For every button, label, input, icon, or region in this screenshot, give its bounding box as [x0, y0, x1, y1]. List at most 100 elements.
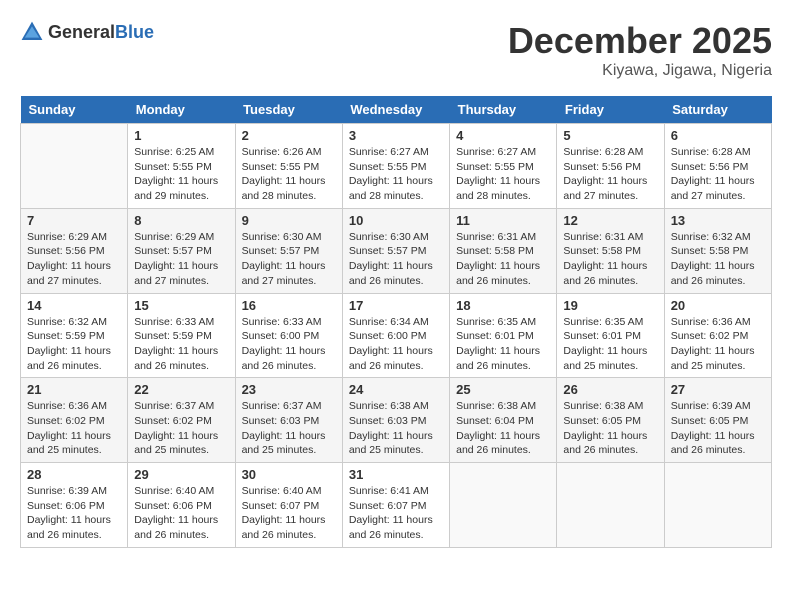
day-number: 23: [242, 382, 336, 397]
col-sunday: Sunday: [21, 96, 128, 124]
day-info: Sunrise: 6:28 AMSunset: 5:56 PMDaylight:…: [563, 145, 657, 204]
week-row-5: 28 Sunrise: 6:39 AMSunset: 6:06 PMDaylig…: [21, 463, 772, 548]
col-friday: Friday: [557, 96, 664, 124]
day-number: 11: [456, 213, 550, 228]
day-info: Sunrise: 6:27 AMSunset: 5:55 PMDaylight:…: [456, 145, 550, 204]
day-number: 26: [563, 382, 657, 397]
day-number: 5: [563, 128, 657, 143]
cell-3-3: 16 Sunrise: 6:33 AMSunset: 6:00 PMDaylig…: [235, 293, 342, 378]
day-info: Sunrise: 6:38 AMSunset: 6:03 PMDaylight:…: [349, 399, 443, 458]
cell-4-7: 27 Sunrise: 6:39 AMSunset: 6:05 PMDaylig…: [664, 378, 771, 463]
day-info: Sunrise: 6:29 AMSunset: 5:56 PMDaylight:…: [27, 230, 121, 289]
col-tuesday: Tuesday: [235, 96, 342, 124]
day-number: 25: [456, 382, 550, 397]
day-number: 7: [27, 213, 121, 228]
title-section: December 2025 Kiyawa, Jigawa, Nigeria: [508, 20, 772, 80]
cell-2-7: 13 Sunrise: 6:32 AMSunset: 5:58 PMDaylig…: [664, 208, 771, 293]
month-title: December 2025: [508, 20, 772, 62]
cell-1-6: 5 Sunrise: 6:28 AMSunset: 5:56 PMDayligh…: [557, 124, 664, 209]
cell-4-3: 23 Sunrise: 6:37 AMSunset: 6:03 PMDaylig…: [235, 378, 342, 463]
day-info: Sunrise: 6:31 AMSunset: 5:58 PMDaylight:…: [456, 230, 550, 289]
day-number: 8: [134, 213, 228, 228]
day-info: Sunrise: 6:38 AMSunset: 6:05 PMDaylight:…: [563, 399, 657, 458]
week-row-1: 1 Sunrise: 6:25 AMSunset: 5:55 PMDayligh…: [21, 124, 772, 209]
day-info: Sunrise: 6:37 AMSunset: 6:03 PMDaylight:…: [242, 399, 336, 458]
day-number: 3: [349, 128, 443, 143]
col-thursday: Thursday: [450, 96, 557, 124]
logo-text-blue: Blue: [115, 22, 154, 42]
day-info: Sunrise: 6:39 AMSunset: 6:05 PMDaylight:…: [671, 399, 765, 458]
cell-3-6: 19 Sunrise: 6:35 AMSunset: 6:01 PMDaylig…: [557, 293, 664, 378]
cell-5-1: 28 Sunrise: 6:39 AMSunset: 6:06 PMDaylig…: [21, 463, 128, 548]
cell-3-2: 15 Sunrise: 6:33 AMSunset: 5:59 PMDaylig…: [128, 293, 235, 378]
cell-1-4: 3 Sunrise: 6:27 AMSunset: 5:55 PMDayligh…: [342, 124, 449, 209]
day-number: 2: [242, 128, 336, 143]
day-info: Sunrise: 6:36 AMSunset: 6:02 PMDaylight:…: [671, 315, 765, 374]
cell-5-2: 29 Sunrise: 6:40 AMSunset: 6:06 PMDaylig…: [128, 463, 235, 548]
cell-1-7: 6 Sunrise: 6:28 AMSunset: 5:56 PMDayligh…: [664, 124, 771, 209]
calendar-body: 1 Sunrise: 6:25 AMSunset: 5:55 PMDayligh…: [21, 124, 772, 548]
day-number: 6: [671, 128, 765, 143]
col-monday: Monday: [128, 96, 235, 124]
day-info: Sunrise: 6:32 AMSunset: 5:58 PMDaylight:…: [671, 230, 765, 289]
cell-4-6: 26 Sunrise: 6:38 AMSunset: 6:05 PMDaylig…: [557, 378, 664, 463]
day-info: Sunrise: 6:29 AMSunset: 5:57 PMDaylight:…: [134, 230, 228, 289]
cell-4-1: 21 Sunrise: 6:36 AMSunset: 6:02 PMDaylig…: [21, 378, 128, 463]
day-info: Sunrise: 6:36 AMSunset: 6:02 PMDaylight:…: [27, 399, 121, 458]
cell-1-3: 2 Sunrise: 6:26 AMSunset: 5:55 PMDayligh…: [235, 124, 342, 209]
cell-1-2: 1 Sunrise: 6:25 AMSunset: 5:55 PMDayligh…: [128, 124, 235, 209]
day-info: Sunrise: 6:25 AMSunset: 5:55 PMDaylight:…: [134, 145, 228, 204]
day-number: 14: [27, 298, 121, 313]
logo-icon: [20, 20, 44, 44]
day-number: 4: [456, 128, 550, 143]
cell-5-6: [557, 463, 664, 548]
cell-5-4: 31 Sunrise: 6:41 AMSunset: 6:07 PMDaylig…: [342, 463, 449, 548]
logo-text-general: General: [48, 22, 115, 42]
day-info: Sunrise: 6:28 AMSunset: 5:56 PMDaylight:…: [671, 145, 765, 204]
location: Kiyawa, Jigawa, Nigeria: [508, 62, 772, 80]
col-wednesday: Wednesday: [342, 96, 449, 124]
day-number: 31: [349, 467, 443, 482]
calendar-table: Sunday Monday Tuesday Wednesday Thursday…: [20, 96, 772, 548]
day-info: Sunrise: 6:27 AMSunset: 5:55 PMDaylight:…: [349, 145, 443, 204]
cell-3-4: 17 Sunrise: 6:34 AMSunset: 6:00 PMDaylig…: [342, 293, 449, 378]
logo: GeneralBlue: [20, 20, 154, 44]
cell-5-3: 30 Sunrise: 6:40 AMSunset: 6:07 PMDaylig…: [235, 463, 342, 548]
day-info: Sunrise: 6:35 AMSunset: 6:01 PMDaylight:…: [563, 315, 657, 374]
cell-2-5: 11 Sunrise: 6:31 AMSunset: 5:58 PMDaylig…: [450, 208, 557, 293]
day-info: Sunrise: 6:30 AMSunset: 5:57 PMDaylight:…: [242, 230, 336, 289]
cell-2-2: 8 Sunrise: 6:29 AMSunset: 5:57 PMDayligh…: [128, 208, 235, 293]
day-number: 21: [27, 382, 121, 397]
cell-3-1: 14 Sunrise: 6:32 AMSunset: 5:59 PMDaylig…: [21, 293, 128, 378]
day-info: Sunrise: 6:34 AMSunset: 6:00 PMDaylight:…: [349, 315, 443, 374]
cell-5-5: [450, 463, 557, 548]
cell-3-5: 18 Sunrise: 6:35 AMSunset: 6:01 PMDaylig…: [450, 293, 557, 378]
col-saturday: Saturday: [664, 96, 771, 124]
day-number: 17: [349, 298, 443, 313]
day-info: Sunrise: 6:40 AMSunset: 6:06 PMDaylight:…: [134, 484, 228, 543]
cell-3-7: 20 Sunrise: 6:36 AMSunset: 6:02 PMDaylig…: [664, 293, 771, 378]
day-number: 16: [242, 298, 336, 313]
day-number: 24: [349, 382, 443, 397]
day-info: Sunrise: 6:38 AMSunset: 6:04 PMDaylight:…: [456, 399, 550, 458]
day-number: 18: [456, 298, 550, 313]
day-info: Sunrise: 6:40 AMSunset: 6:07 PMDaylight:…: [242, 484, 336, 543]
day-info: Sunrise: 6:32 AMSunset: 5:59 PMDaylight:…: [27, 315, 121, 374]
day-number: 29: [134, 467, 228, 482]
day-number: 30: [242, 467, 336, 482]
cell-2-3: 9 Sunrise: 6:30 AMSunset: 5:57 PMDayligh…: [235, 208, 342, 293]
week-row-2: 7 Sunrise: 6:29 AMSunset: 5:56 PMDayligh…: [21, 208, 772, 293]
cell-4-2: 22 Sunrise: 6:37 AMSunset: 6:02 PMDaylig…: [128, 378, 235, 463]
day-number: 20: [671, 298, 765, 313]
cell-4-5: 25 Sunrise: 6:38 AMSunset: 6:04 PMDaylig…: [450, 378, 557, 463]
day-number: 28: [27, 467, 121, 482]
week-row-3: 14 Sunrise: 6:32 AMSunset: 5:59 PMDaylig…: [21, 293, 772, 378]
header-row: Sunday Monday Tuesday Wednesday Thursday…: [21, 96, 772, 124]
cell-1-1: [21, 124, 128, 209]
day-info: Sunrise: 6:39 AMSunset: 6:06 PMDaylight:…: [27, 484, 121, 543]
day-info: Sunrise: 6:37 AMSunset: 6:02 PMDaylight:…: [134, 399, 228, 458]
day-info: Sunrise: 6:41 AMSunset: 6:07 PMDaylight:…: [349, 484, 443, 543]
day-info: Sunrise: 6:30 AMSunset: 5:57 PMDaylight:…: [349, 230, 443, 289]
day-number: 13: [671, 213, 765, 228]
day-number: 22: [134, 382, 228, 397]
